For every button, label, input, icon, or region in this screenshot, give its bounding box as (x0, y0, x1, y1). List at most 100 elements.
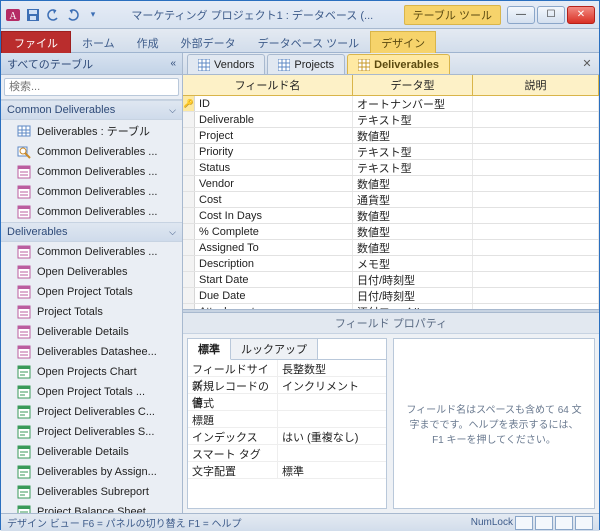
description-cell[interactable] (473, 256, 599, 271)
view-datasheet-button[interactable] (515, 516, 533, 530)
field-name-cell[interactable]: % Complete (195, 224, 353, 239)
description-cell[interactable] (473, 160, 599, 175)
field-row[interactable]: Cost通貨型 (183, 192, 599, 208)
close-button[interactable]: ✕ (567, 6, 595, 24)
property-row[interactable]: フィールドサイズ長整数型 (188, 360, 386, 377)
field-row[interactable]: Priorityテキスト型 (183, 144, 599, 160)
field-name-cell[interactable]: Deliverable (195, 112, 353, 127)
tab-home[interactable]: ホーム (71, 31, 126, 53)
row-selector[interactable] (183, 112, 195, 127)
description-cell[interactable] (473, 208, 599, 223)
field-name-cell[interactable]: Vendor (195, 176, 353, 191)
data-type-cell[interactable]: 数値型 (353, 224, 473, 239)
field-row[interactable]: Cost In Days数値型 (183, 208, 599, 224)
nav-item[interactable]: Deliverables Datashee... (1, 342, 182, 362)
data-type-cell[interactable]: 数値型 (353, 208, 473, 223)
row-selector[interactable] (183, 224, 195, 239)
nav-item[interactable]: Open Project Totals ... (1, 382, 182, 402)
data-type-cell[interactable]: 数値型 (353, 240, 473, 255)
nav-item[interactable]: Project Deliverables C... (1, 402, 182, 422)
nav-item[interactable]: Open Projects Chart (1, 362, 182, 382)
view-design-button[interactable] (535, 516, 553, 530)
data-type-cell[interactable]: テキスト型 (353, 160, 473, 175)
property-value[interactable]: インクリメント (278, 377, 386, 393)
description-cell[interactable] (473, 176, 599, 191)
data-type-cell[interactable]: メモ型 (353, 256, 473, 271)
data-type-cell[interactable]: 数値型 (353, 128, 473, 143)
data-type-cell[interactable]: オートナンバー型 (353, 96, 473, 111)
row-selector[interactable] (183, 272, 195, 287)
nav-item[interactable]: Common Deliverables ... (1, 202, 182, 222)
row-selector[interactable] (183, 288, 195, 303)
nav-group-header[interactable]: Deliverables⌵ (1, 222, 182, 242)
field-name-cell[interactable]: Cost In Days (195, 208, 353, 223)
nav-item[interactable]: Deliverable Details (1, 442, 182, 462)
property-value[interactable]: 長整数型 (278, 360, 386, 376)
field-row[interactable]: Project数値型 (183, 128, 599, 144)
description-cell[interactable] (473, 96, 599, 111)
field-row[interactable]: Descriptionメモ型 (183, 256, 599, 272)
field-name-cell[interactable]: ID (195, 96, 353, 111)
property-row[interactable]: 標題 (188, 411, 386, 428)
col-data-type[interactable]: データ型 (353, 75, 473, 95)
property-value[interactable] (278, 445, 386, 461)
description-cell[interactable] (473, 240, 599, 255)
data-type-cell[interactable]: 数値型 (353, 176, 473, 191)
field-name-cell[interactable]: Start Date (195, 272, 353, 287)
nav-scroll[interactable]: Common Deliverables⌵Deliverables : テーブルC… (1, 100, 182, 513)
maximize-button[interactable]: ☐ (537, 6, 565, 24)
property-value[interactable]: 標準 (278, 462, 386, 478)
nav-group-header[interactable]: Common Deliverables⌵ (1, 100, 182, 120)
field-row[interactable]: % Complete数値型 (183, 224, 599, 240)
view-pivot-button[interactable] (555, 516, 573, 530)
property-row[interactable]: 新規レコードの値インクリメント (188, 377, 386, 394)
tab-file[interactable]: ファイル (1, 31, 71, 53)
nav-item[interactable]: Common Deliverables ... (1, 142, 182, 162)
field-name-cell[interactable]: Cost (195, 192, 353, 207)
field-grid-body[interactable]: 🔑IDオートナンバー型Deliverableテキスト型Project数値型Pri… (183, 96, 599, 309)
description-cell[interactable] (473, 144, 599, 159)
field-row[interactable]: Statusテキスト型 (183, 160, 599, 176)
row-selector[interactable] (183, 192, 195, 207)
nav-item[interactable]: Project Deliverables S... (1, 422, 182, 442)
property-row[interactable]: インデックスはい (重複なし) (188, 428, 386, 445)
nav-item[interactable]: Common Deliverables ... (1, 182, 182, 202)
nav-item[interactable]: Open Deliverables (1, 262, 182, 282)
nav-pane-header[interactable]: すべてのテーブル « (1, 53, 182, 75)
description-cell[interactable] (473, 112, 599, 127)
nav-item[interactable]: Deliverable Details (1, 322, 182, 342)
row-selector[interactable] (183, 176, 195, 191)
data-type-cell[interactable]: テキスト型 (353, 144, 473, 159)
minimize-button[interactable]: — (507, 6, 535, 24)
property-row[interactable]: 文字配置標準 (188, 462, 386, 479)
tab-create[interactable]: 作成 (126, 31, 170, 53)
row-selector[interactable] (183, 160, 195, 175)
property-value[interactable] (278, 411, 386, 427)
field-name-cell[interactable]: Status (195, 160, 353, 175)
view-sql-button[interactable] (575, 516, 593, 530)
nav-item[interactable]: Project Balance Sheet (1, 502, 182, 513)
nav-item[interactable]: Common Deliverables ... (1, 162, 182, 182)
tab-external-data[interactable]: 外部データ (170, 31, 247, 53)
doctab-deliverables[interactable]: Deliverables (347, 54, 450, 74)
doctab-vendors[interactable]: Vendors (187, 54, 265, 74)
description-cell[interactable] (473, 272, 599, 287)
nav-search-input[interactable] (4, 78, 179, 96)
redo-icon[interactable] (65, 7, 81, 23)
col-field-name[interactable]: フィールド名 (183, 75, 353, 95)
property-tab-lookup[interactable]: ルックアップ (231, 339, 318, 359)
nav-item[interactable]: Open Project Totals (1, 282, 182, 302)
field-row[interactable]: Due Date日付/時刻型 (183, 288, 599, 304)
doctab-projects[interactable]: Projects (267, 54, 345, 74)
field-row[interactable]: Vendor数値型 (183, 176, 599, 192)
data-type-cell[interactable]: 日付/時刻型 (353, 272, 473, 287)
field-name-cell[interactable]: Assigned To (195, 240, 353, 255)
row-selector[interactable] (183, 240, 195, 255)
data-type-cell[interactable]: 通貨型 (353, 192, 473, 207)
description-cell[interactable] (473, 224, 599, 239)
description-cell[interactable] (473, 288, 599, 303)
tab-design[interactable]: デザイン (370, 31, 436, 53)
field-row[interactable]: Assigned To数値型 (183, 240, 599, 256)
qat-customize-icon[interactable]: ▾ (85, 7, 101, 23)
nav-collapse-icon[interactable]: « (170, 58, 176, 69)
